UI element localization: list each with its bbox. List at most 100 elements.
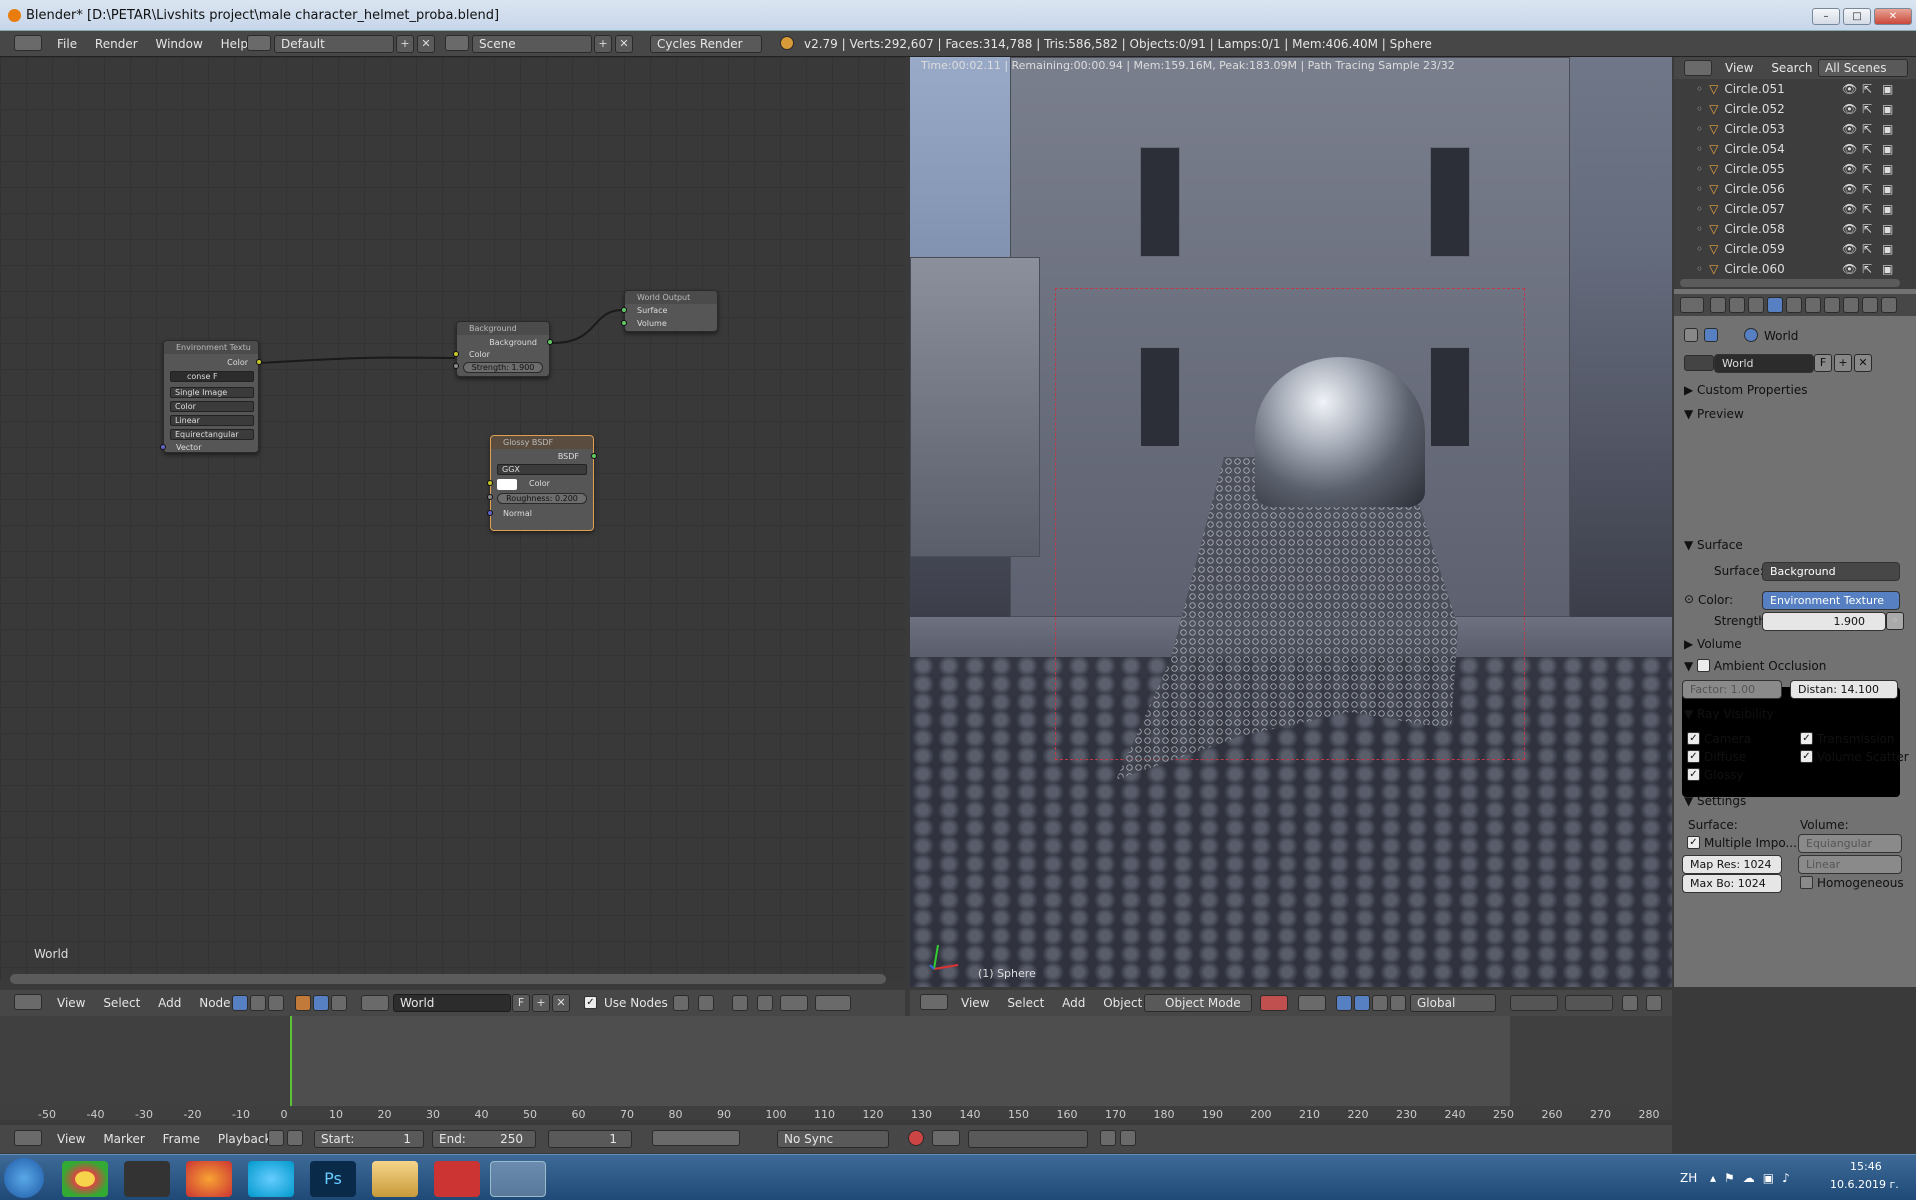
transmission-checkbox[interactable]: ✓: [1800, 732, 1813, 745]
roughness-slider[interactable]: Roughness: 0.200: [497, 493, 587, 504]
render-icon[interactable]: ▣: [1882, 119, 1893, 139]
render-icon[interactable]: ▣: [1882, 99, 1893, 119]
select-icon[interactable]: ⇱: [1862, 219, 1872, 239]
input-socket[interactable]: [453, 351, 459, 357]
menu-frame[interactable]: Frame: [156, 1128, 207, 1150]
fake-user-button[interactable]: F: [512, 994, 530, 1012]
firefox-icon[interactable]: [186, 1161, 232, 1197]
expand-icon[interactable]: ◦: [1696, 102, 1703, 116]
outliner-item[interactable]: ◦ ▽ Circle.054 👁 ⇱ ▣: [1674, 139, 1916, 159]
visibility-icon[interactable]: 👁: [1842, 99, 1857, 119]
homogeneous-checkbox[interactable]: [1800, 876, 1813, 889]
lock-icon[interactable]: [287, 1130, 303, 1146]
snap-icon[interactable]: [732, 995, 748, 1011]
editor-type-icon[interactable]: [14, 35, 42, 51]
menu-add[interactable]: Add: [1055, 992, 1092, 1014]
panel-volume[interactable]: ▶ Volume: [1684, 637, 1742, 651]
scene-remove-button[interactable]: ✕: [615, 35, 633, 53]
node-editor[interactable]: Environment Textu Color conse F Single I…: [0, 57, 905, 984]
world-browse-icon[interactable]: [361, 995, 389, 1011]
render-icon[interactable]: ▣: [1882, 259, 1893, 279]
outliner-item[interactable]: ◦ ▽ Circle.052 👁 ⇱ ▣: [1674, 99, 1916, 119]
input-socket[interactable]: [487, 510, 493, 516]
record-icon[interactable]: [908, 1130, 924, 1146]
input-socket[interactable]: [621, 320, 627, 326]
render-preview-icon[interactable]: [1646, 995, 1662, 1011]
render-icon[interactable]: ▣: [1882, 179, 1893, 199]
outliner-item[interactable]: ◦ ▽ Circle.057 👁 ⇱ ▣: [1674, 199, 1916, 219]
copy-paste-icon[interactable]: [815, 995, 851, 1011]
app-icon[interactable]: [434, 1161, 480, 1197]
file-explorer-icon[interactable]: [372, 1161, 418, 1197]
maximize-button[interactable]: □: [1843, 8, 1871, 25]
expand-icon[interactable]: ◦: [1696, 262, 1703, 276]
distribution-select[interactable]: GGX: [497, 464, 587, 475]
background-node[interactable]: Background Background Color Strength: 1.…: [453, 321, 553, 377]
world-add-button[interactable]: +: [532, 994, 550, 1012]
menu-select[interactable]: Select: [1000, 992, 1051, 1014]
world-name-field[interactable]: World: [1714, 354, 1814, 373]
render-engine-select[interactable]: Cycles Render: [650, 35, 762, 53]
output-socket[interactable]: [591, 453, 597, 459]
volume-scatter-checkbox[interactable]: ✓: [1800, 750, 1813, 763]
diffuse-checkbox[interactable]: ✓: [1687, 750, 1700, 763]
ao-checkbox[interactable]: [1697, 659, 1711, 672]
color-swatch[interactable]: [497, 479, 517, 490]
snap-element-icon[interactable]: [757, 995, 773, 1011]
delete-keyframe-icon[interactable]: [1120, 1130, 1136, 1146]
outliner-item[interactable]: ◦ ▽ Circle.055 👁 ⇱ ▣: [1674, 159, 1916, 179]
output-socket[interactable]: [256, 359, 262, 365]
select-icon[interactable]: ⇱: [1862, 179, 1872, 199]
visibility-icon[interactable]: 👁: [1842, 239, 1857, 259]
map-resolution-field[interactable]: Map Res: 1024: [1682, 855, 1782, 874]
translate-icon[interactable]: [1354, 995, 1370, 1011]
pin-icon[interactable]: [1684, 328, 1698, 342]
expand-icon[interactable]: ◦: [1696, 202, 1703, 216]
3d-viewport[interactable]: Time:00:02.11 | Remaining:00:00.94 | Mem…: [910, 57, 1672, 987]
visibility-icon[interactable]: 👁: [1842, 219, 1857, 239]
camera-checkbox[interactable]: ✓: [1687, 732, 1700, 745]
image-fake-user[interactable]: F: [213, 372, 218, 381]
layout-select[interactable]: Default: [274, 35, 394, 53]
select-icon[interactable]: ⇱: [1862, 99, 1872, 119]
clock-time[interactable]: 15:46: [1850, 1159, 1882, 1175]
outliner-item[interactable]: ◦ ▽ Circle.056 👁 ⇱ ▣: [1674, 179, 1916, 199]
scene-add-button[interactable]: +: [594, 35, 612, 53]
photoshop-icon[interactable]: Ps: [310, 1161, 356, 1197]
menu-search[interactable]: Search: [1764, 57, 1819, 79]
select-icon[interactable]: ⇱: [1862, 239, 1872, 259]
world-remove-button[interactable]: ✕: [552, 994, 570, 1012]
image-field[interactable]: conse F: [170, 371, 254, 382]
expand-icon[interactable]: ◦: [1696, 122, 1703, 136]
expand-icon[interactable]: ◦: [1696, 222, 1703, 236]
editor-type-icon[interactable]: [1684, 60, 1712, 76]
menu-view[interactable]: View: [1718, 57, 1760, 79]
outliner-item[interactable]: ◦ ▽ Circle.051 👁 ⇱ ▣: [1674, 79, 1916, 99]
input-socket[interactable]: [453, 363, 459, 369]
world-shader-icon[interactable]: [313, 995, 329, 1011]
shading-icon[interactable]: [1260, 995, 1288, 1011]
strength-slider[interactable]: Strength: 1.900: [463, 362, 543, 373]
render-icon[interactable]: ▣: [1882, 159, 1893, 179]
outliner-item[interactable]: ◦ ▽ Circle.059 👁 ⇱ ▣: [1674, 239, 1916, 259]
layers-icon[interactable]: [1565, 995, 1613, 1011]
color-space-select[interactable]: Color: [170, 401, 254, 412]
visibility-icon[interactable]: 👁: [1842, 159, 1857, 179]
mapping-select[interactable]: Equirectangular: [170, 429, 254, 440]
editor-type-icon[interactable]: [920, 994, 948, 1010]
visibility-icon[interactable]: 👁: [1842, 179, 1857, 199]
panel-ray-visibility[interactable]: ▼ Ray Visibility: [1684, 707, 1774, 721]
select-icon[interactable]: ⇱: [1862, 199, 1872, 219]
world-name-field[interactable]: World: [393, 994, 511, 1012]
pivot-icon[interactable]: [1298, 995, 1326, 1011]
visibility-icon[interactable]: 👁: [1842, 199, 1857, 219]
preview-range-icon[interactable]: [268, 1130, 284, 1146]
max-bounces-field[interactable]: Max Bo: 1024: [1682, 874, 1782, 893]
scale-icon[interactable]: [1390, 995, 1406, 1011]
material-tab-icon[interactable]: [1862, 297, 1878, 313]
linestyle-icon[interactable]: [331, 995, 347, 1011]
clock-date[interactable]: 10.6.2019 г.: [1830, 1177, 1899, 1193]
glossy-bsdf-node[interactable]: Glossy BSDF BSDF GGX Color Roughness: 0.…: [487, 435, 597, 531]
manipulator-icon[interactable]: [1336, 995, 1352, 1011]
expand-icon[interactable]: ◦: [1696, 182, 1703, 196]
